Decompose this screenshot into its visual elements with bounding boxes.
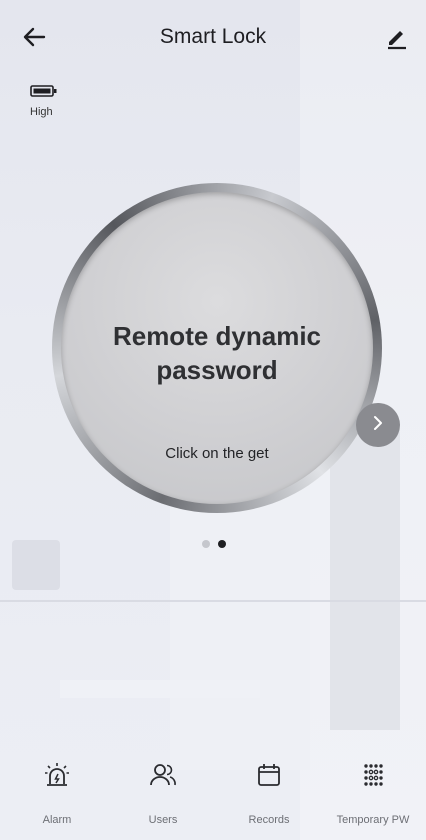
tab-label-temporary-pw: Temporary PW bbox=[336, 814, 410, 826]
tab-records[interactable]: Records bbox=[216, 760, 322, 840]
page-dot-1[interactable] bbox=[202, 540, 210, 548]
dial-hint: Click on the get bbox=[165, 445, 269, 462]
battery-status: High bbox=[30, 84, 62, 124]
page-indicator bbox=[202, 540, 226, 548]
pencil-icon[interactable] bbox=[384, 24, 410, 50]
tab-label-users: Users bbox=[148, 814, 178, 826]
tab-label-alarm: Alarm bbox=[42, 814, 72, 826]
tab-temporary-pw[interactable]: Temporary PW bbox=[320, 760, 426, 840]
tab-label-records: Records bbox=[248, 814, 290, 826]
tab-users[interactable]: Users bbox=[110, 760, 216, 840]
tab-alarm[interactable]: Alarm bbox=[4, 760, 110, 840]
header: Smart Lock bbox=[0, 0, 426, 76]
chevron-right-icon bbox=[370, 414, 386, 437]
bottom-tab-bar: Alarm Users Records Temporary PW bbox=[0, 760, 426, 840]
battery-label: High bbox=[30, 106, 53, 118]
dial-title: Remote dynamic password bbox=[112, 321, 322, 385]
next-page-button[interactable] bbox=[356, 403, 400, 447]
page-dot-2[interactable] bbox=[218, 540, 226, 548]
page-title: Smart Lock bbox=[159, 25, 267, 48]
unlock-dial[interactable]: Remote dynamic password Click on the get bbox=[52, 183, 382, 513]
